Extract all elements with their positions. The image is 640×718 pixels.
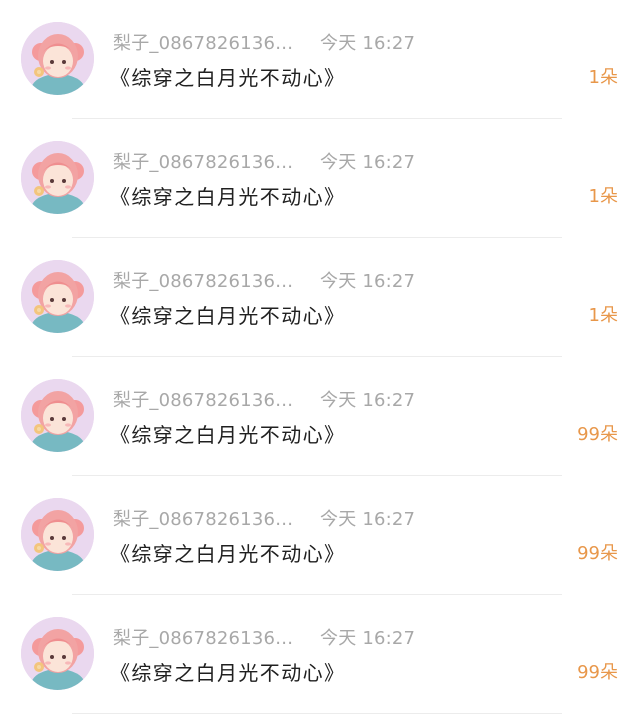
timestamp: 今天 16:27	[320, 271, 416, 292]
sender-name[interactable]: 梨子_08678261369…	[113, 267, 298, 293]
list-item[interactable]: 梨子_08678261369… 今天 16:27 《综穿之白月光不动心》 1朵	[0, 238, 640, 357]
divider	[72, 713, 562, 714]
girl-avatar-icon[interactable]	[21, 141, 94, 214]
sender-name[interactable]: 梨子_08678261369…	[113, 386, 298, 412]
book-title: 《综穿之白月光不动心》	[110, 66, 346, 90]
message-meta: 梨子_08678261369… 今天 16:27	[113, 387, 415, 411]
flower-count: 99朵	[577, 543, 618, 564]
girl-avatar-icon[interactable]	[21, 260, 94, 333]
list-item[interactable]: 梨子_08678261369… 今天 16:27 《综穿之白月光不动心》 1朵	[0, 0, 640, 119]
timestamp: 今天 16:27	[320, 390, 416, 411]
list-item[interactable]: 梨子_08678261369… 今天 16:27 《综穿之白月光不动心》 99朵	[0, 476, 640, 595]
message-meta: 梨子_08678261369… 今天 16:27	[113, 506, 415, 530]
flower-count: 99朵	[577, 424, 618, 445]
timestamp: 今天 16:27	[320, 509, 416, 530]
book-title: 《综穿之白月光不动心》	[110, 304, 346, 328]
book-title: 《综穿之白月光不动心》	[110, 423, 346, 447]
sender-name[interactable]: 梨子_08678261369…	[113, 624, 298, 650]
sender-name[interactable]: 梨子_08678261369…	[113, 29, 298, 55]
flower-count: 1朵	[588, 67, 618, 88]
flower-count: 99朵	[577, 662, 618, 683]
sender-name[interactable]: 梨子_08678261369…	[113, 505, 298, 531]
message-meta: 梨子_08678261369… 今天 16:27	[113, 625, 415, 649]
timestamp: 今天 16:27	[320, 33, 416, 54]
list-item[interactable]: 梨子_08678261369… 今天 16:27 《综穿之白月光不动心》 1朵	[0, 119, 640, 238]
sender-name[interactable]: 梨子_08678261369…	[113, 148, 298, 174]
timestamp: 今天 16:27	[320, 628, 416, 649]
flower-count: 1朵	[588, 305, 618, 326]
list-item[interactable]: 梨子_08678261369… 今天 16:27 《综穿之白月光不动心》 99朵	[0, 595, 640, 714]
timestamp: 今天 16:27	[320, 152, 416, 173]
book-title: 《综穿之白月光不动心》	[110, 661, 346, 685]
girl-avatar-icon[interactable]	[21, 22, 94, 95]
message-meta: 梨子_08678261369… 今天 16:27	[113, 268, 415, 292]
girl-avatar-icon[interactable]	[21, 617, 94, 690]
book-title: 《综穿之白月光不动心》	[110, 185, 346, 209]
message-meta: 梨子_08678261369… 今天 16:27	[113, 149, 415, 173]
list-item[interactable]: 梨子_08678261369… 今天 16:27 《综穿之白月光不动心》 99朵	[0, 357, 640, 476]
book-title: 《综穿之白月光不动心》	[110, 542, 346, 566]
message-list: 梨子_08678261369… 今天 16:27 《综穿之白月光不动心》 1朵	[0, 0, 640, 718]
girl-avatar-icon[interactable]	[21, 379, 94, 452]
girl-avatar-icon[interactable]	[21, 498, 94, 571]
message-meta: 梨子_08678261369… 今天 16:27	[113, 30, 415, 54]
flower-count: 1朵	[588, 186, 618, 207]
